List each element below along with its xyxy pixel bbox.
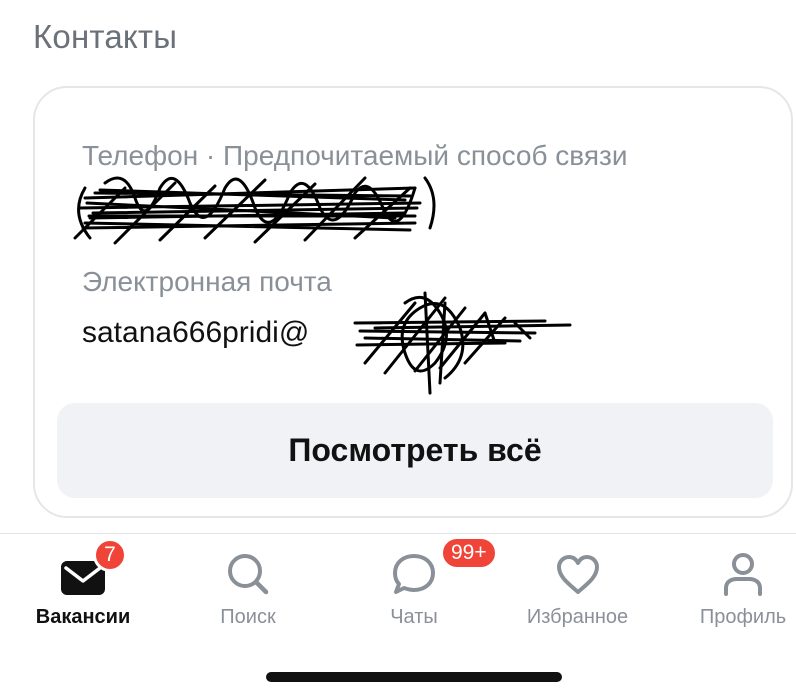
- tab-favorites-icon-wrap: [548, 534, 608, 596]
- contacts-card: Телефон · Предпочитаемый способ связи Эл…: [33, 86, 793, 518]
- tab-favorites-label: Избранное: [526, 606, 629, 628]
- tab-vacancies-label: Вакансии: [35, 606, 131, 628]
- tab-chats-icon-wrap: 99+: [384, 534, 498, 596]
- tab-vacancies[interactable]: 7 Вакансии: [28, 534, 138, 644]
- tab-vacancies-icon-wrap: 7: [53, 534, 127, 596]
- person-icon: [724, 553, 762, 596]
- view-all-button[interactable]: Посмотреть всё: [57, 403, 773, 498]
- tab-profile-icon-wrap: [713, 534, 773, 596]
- chats-badge: 99+: [440, 536, 498, 570]
- email-value: satana666pridi@: [82, 316, 310, 349]
- chat-bubble-icon: [393, 554, 435, 594]
- heart-icon: [556, 555, 599, 594]
- search-icon: [228, 554, 269, 595]
- email-redaction-scribble: [353, 291, 572, 395]
- tab-chats-label: Чаты: [390, 606, 438, 628]
- tab-profile-label: Профиль: [699, 606, 787, 628]
- tab-search-label: Поиск: [220, 606, 276, 628]
- tab-profile[interactable]: Профиль: [690, 534, 796, 644]
- phone-label: Телефон · Предпочитаемый способ связи: [82, 140, 628, 171]
- tab-search[interactable]: Поиск: [200, 534, 296, 644]
- contacts-section-title: Контакты: [33, 18, 178, 55]
- vacancies-badge: 7: [93, 538, 127, 572]
- tab-search-icon-wrap: [218, 534, 278, 596]
- email-label: Электронная почта: [82, 266, 332, 297]
- tab-chats[interactable]: 99+ Чаты: [366, 534, 498, 644]
- home-indicator[interactable]: [266, 672, 562, 682]
- tab-favorites[interactable]: Избранное: [515, 534, 640, 644]
